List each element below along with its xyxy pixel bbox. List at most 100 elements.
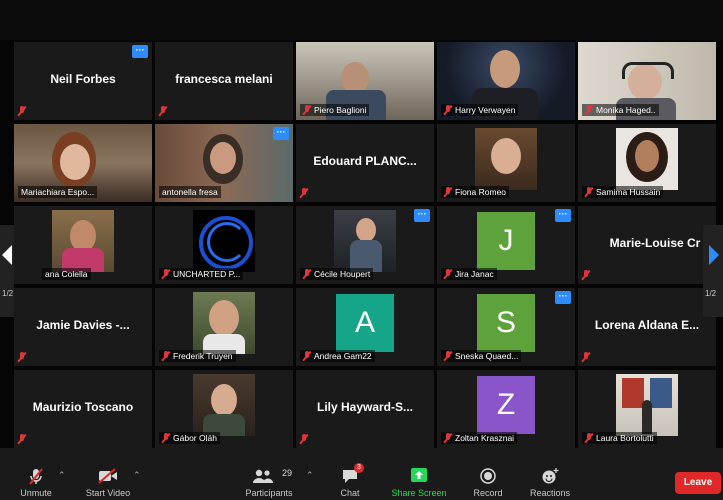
participant-tile[interactable]: Neil Forbes ··· [14, 42, 152, 120]
start-video-button[interactable]: Start Video [82, 448, 134, 500]
reactions-button[interactable]: Reactions [526, 448, 574, 500]
participant-name: Lorena Aldana E... [594, 318, 700, 332]
video-off-icon [98, 468, 117, 484]
participant-tile[interactable]: Lily Hayward-S... [296, 370, 434, 448]
participant-tile[interactable]: A Andrea Gam22 [296, 288, 434, 366]
muted-mic-icon [162, 351, 170, 361]
participant-label: antonella fresa [159, 186, 221, 198]
unmute-label: Unmute [20, 488, 52, 498]
participant-name: Neil Forbes [50, 72, 116, 86]
more-options-button[interactable]: ··· [555, 291, 571, 304]
muted-mic-icon [18, 352, 26, 362]
participant-label: Andrea Gam22 [300, 350, 375, 362]
participant-tile[interactable]: J ··· Jira Janac [437, 206, 575, 284]
participant-tile[interactable]: francesca melani [155, 42, 293, 120]
share-screen-button[interactable]: Share Screen [390, 448, 448, 500]
participant-name: Monika Haged.. [596, 105, 656, 115]
participant-name: Gábor Oláh [173, 433, 217, 443]
chevron-right-icon [709, 245, 719, 265]
participant-tile[interactable]: Harry Verwayen [437, 42, 575, 120]
participant-tile[interactable]: UNCHARTED P... [155, 206, 293, 284]
page-indicator: 1/2 [2, 289, 14, 298]
muted-mic-icon [582, 352, 590, 362]
muted-mic-icon [18, 434, 26, 444]
participant-label: Zoltan Krasznai [441, 432, 518, 444]
participant-label: Monika Haged.. [582, 104, 659, 116]
participant-tile[interactable]: Maurizio Toscano [14, 370, 152, 448]
participant-name: Maurizio Toscano [32, 400, 134, 414]
participant-label: Laura Bortolutti [582, 432, 657, 444]
participants-label: Participants [245, 488, 293, 498]
unmute-button[interactable]: Unmute [14, 448, 58, 500]
next-page-button[interactable]: 1/2 [703, 225, 723, 317]
chat-button[interactable]: 3 Chat [332, 448, 368, 500]
avatar: S [477, 294, 535, 352]
participant-tile[interactable]: Jamie Davies -... [14, 288, 152, 366]
muted-mic-icon [585, 433, 593, 443]
participant-tile[interactable]: S ··· Sneska Quaed... [437, 288, 575, 366]
participant-name: Samima Hussain [596, 187, 661, 197]
participant-name: Jamie Davies -... [36, 318, 130, 332]
participant-tile[interactable]: Piero Baglioni [296, 42, 434, 120]
participant-label: Fiona Romeo [441, 186, 510, 198]
participant-tile[interactable]: ··· Cécile Houpert [296, 206, 434, 284]
more-options-button[interactable]: ··· [555, 209, 571, 222]
video-options-chevron-icon[interactable]: ⌃ [133, 470, 141, 481]
participant-tile[interactable]: Frederik Truyen [155, 288, 293, 366]
record-icon [480, 468, 496, 484]
participant-label: UNCHARTED P... [159, 268, 244, 280]
participant-tile[interactable]: Monika Haged.. [578, 42, 716, 120]
chat-unread-badge: 3 [354, 463, 364, 473]
participants-options-chevron-icon[interactable]: ⌃ [306, 470, 314, 481]
participant-tile[interactable]: Gábor Oláh [155, 370, 293, 448]
participant-tile[interactable]: Fiona Romeo [437, 124, 575, 202]
page-indicator: 1/2 [705, 289, 717, 298]
participant-tile[interactable]: Lorena Aldana E... [578, 288, 716, 366]
participant-label: Cécile Houpert [300, 268, 374, 280]
muted-mic-icon [18, 106, 26, 116]
participant-name: Harry Verwayen [455, 105, 516, 115]
participant-tile[interactable]: Z Zoltan Krasznai [437, 370, 575, 448]
audio-options-chevron-icon[interactable]: ⌃ [58, 470, 66, 481]
muted-microphone-icon [29, 468, 43, 485]
avatar: A [336, 294, 394, 352]
participant-label: Harry Verwayen [441, 104, 519, 116]
leave-button[interactable]: Leave [675, 472, 721, 494]
share-screen-icon [411, 468, 427, 482]
participant-tile[interactable]: Marie-Louise Cr [578, 206, 716, 284]
participant-label: Samima Hussain [582, 186, 664, 198]
participant-tile[interactable]: Edouard PLANC... [296, 124, 434, 202]
muted-mic-icon [303, 105, 311, 115]
record-button[interactable]: Record [468, 448, 508, 500]
participant-label: Gábor Oláh [159, 432, 220, 444]
participant-tile[interactable]: ana Colella [14, 206, 152, 284]
more-options-button[interactable]: ··· [273, 127, 289, 140]
participant-tile[interactable]: Laura Bortolutti [578, 370, 716, 448]
top-bar [0, 0, 723, 40]
participant-name: Edouard PLANC... [313, 154, 417, 168]
muted-mic-icon [585, 105, 593, 115]
muted-mic-icon [444, 105, 452, 115]
reactions-label: Reactions [529, 488, 571, 498]
more-options-button[interactable]: ··· [132, 45, 148, 58]
participant-label: Piero Baglioni [300, 104, 370, 116]
more-options-button[interactable]: ··· [414, 209, 430, 222]
participant-name: francesca melani [175, 72, 273, 86]
muted-mic-icon [303, 269, 311, 279]
participant-label: Mariachiara Espo... [18, 186, 98, 198]
chat-label: Chat [340, 488, 360, 498]
participant-name: Jira Janac [455, 269, 494, 279]
participant-name: Zoltan Krasznai [455, 433, 515, 443]
previous-page-button[interactable]: 1/2 [0, 225, 14, 317]
avatar: Z [477, 376, 535, 434]
participant-tile[interactable]: Mariachiara Espo... [14, 124, 152, 202]
participant-name: Cécile Houpert [314, 269, 371, 279]
participant-tile-active-speaker[interactable]: ··· antonella fresa [155, 124, 293, 202]
participant-name: Marie-Louise Cr [609, 236, 701, 250]
avatar: J [477, 212, 535, 270]
muted-mic-icon [444, 351, 452, 361]
participant-tile[interactable]: Samima Hussain [578, 124, 716, 202]
meeting-toolbar: Unmute ⌃ Start Video ⌃ 29 Participants ⌃… [0, 448, 723, 500]
participant-label: Sneska Quaed... [441, 350, 522, 362]
participants-button[interactable]: 29 Participants [244, 448, 294, 500]
